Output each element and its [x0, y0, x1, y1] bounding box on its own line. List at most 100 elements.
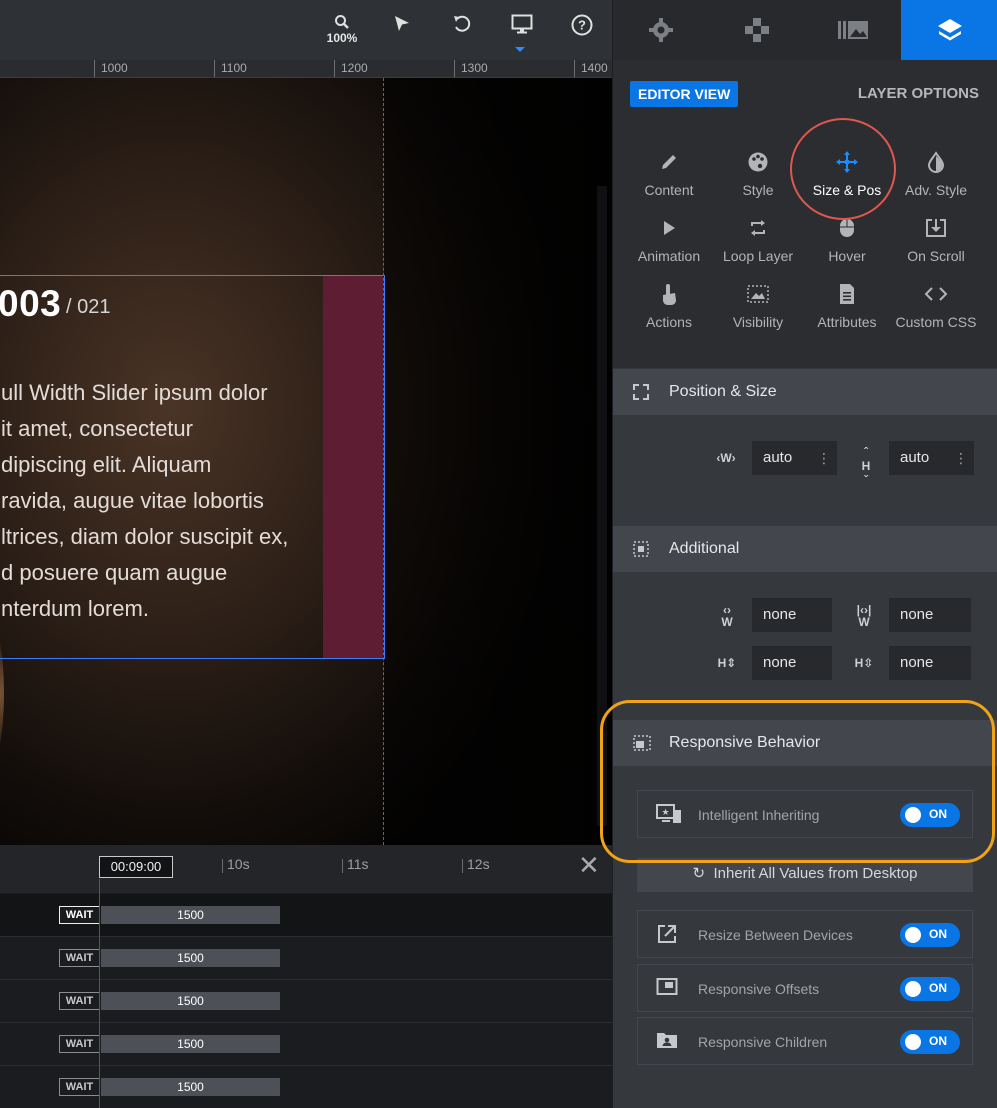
responsive-offsets-toggle[interactable]: ON — [900, 977, 960, 1001]
refresh-icon: ↻ — [692, 865, 706, 882]
help-icon: ? — [571, 14, 593, 36]
panel-tabs — [613, 0, 997, 60]
hand-pointer-icon — [663, 284, 676, 305]
view-switcher: EDITOR VIEW LAYER OPTIONS — [613, 60, 997, 128]
min-height-field[interactable]: none — [752, 646, 832, 680]
category-attributes[interactable]: Attributes — [801, 280, 893, 340]
cursor-arrow-icon — [395, 16, 409, 31]
category-on-scroll[interactable]: On Scroll — [890, 214, 982, 274]
frame-icon — [633, 541, 649, 557]
timeline-row[interactable]: WAIT 1500 — [0, 1023, 612, 1066]
toggle-label: Resize Between Devices — [698, 927, 853, 943]
timeline-row[interactable]: WAIT 1500 — [0, 937, 612, 980]
timeline-duration-bar[interactable]: 1500 — [101, 992, 280, 1010]
category-label: Attributes — [817, 314, 877, 330]
toggle-label: Responsive Offsets — [698, 981, 820, 997]
min-width-field[interactable]: none — [752, 598, 832, 632]
timeline-duration-bar[interactable]: 1500 — [101, 1078, 280, 1096]
inherit-from-desktop-button[interactable]: ↻ Inherit All Values from Desktop — [637, 858, 973, 892]
category-label: Hover — [828, 248, 866, 264]
max-width-field[interactable]: none — [889, 598, 971, 632]
scroll-down-icon — [926, 219, 946, 237]
wait-badge[interactable]: WAIT — [59, 949, 100, 967]
more-icon[interactable]: ⋮ — [954, 441, 968, 475]
category-animation[interactable]: Animation — [623, 214, 715, 274]
additional-section-body: ‹› W none |‹›| W none H⇕ none H⇳ none — [613, 572, 997, 700]
help-button[interactable]: ? — [562, 14, 602, 52]
timeline-duration-bar[interactable]: 1500 — [101, 1035, 280, 1053]
category-label: Animation — [637, 248, 701, 264]
more-icon[interactable]: ⋮ — [817, 441, 831, 475]
drop-icon — [927, 151, 945, 173]
canvas-toolbar: 100% ? — [0, 0, 612, 60]
select-tool-button[interactable] — [382, 14, 422, 52]
timeline-marker: 10s — [227, 856, 250, 872]
zoom-button[interactable]: 100% — [322, 14, 362, 52]
pencil-icon — [662, 155, 676, 169]
paragraph-line: dipiscing elit. Aliquam — [1, 452, 212, 477]
wait-badge[interactable]: WAIT — [59, 1035, 100, 1053]
tab-addons[interactable] — [709, 0, 805, 60]
responsive-offsets-row: Responsive Offsets ON — [637, 964, 973, 1012]
editor-screen: { "toolbar": { "zoom": "100%", "icons": … — [0, 0, 997, 1108]
height-field[interactable]: auto ⋮ — [889, 441, 974, 475]
section-title: Additional — [669, 540, 740, 557]
timeline-row[interactable]: WAIT 1500 — [0, 1066, 612, 1108]
resize-between-devices-toggle[interactable]: ON — [900, 923, 960, 947]
category-label: Custom CSS — [895, 314, 977, 330]
tab-settings[interactable] — [613, 0, 709, 60]
category-actions[interactable]: Actions — [623, 280, 715, 340]
mouse-icon — [840, 219, 854, 237]
slide-canvas[interactable]: 003 / 021 ull Width Slider ipsum dolor i… — [0, 78, 612, 845]
canvas-outside-area — [384, 78, 612, 845]
category-content[interactable]: Content — [623, 148, 715, 208]
tab-layers[interactable] — [901, 0, 997, 60]
wait-badge[interactable]: WAIT — [59, 992, 100, 1010]
responsive-children-toggle[interactable]: ON — [900, 1030, 960, 1054]
close-icon[interactable]: ✕ — [578, 851, 600, 879]
category-label: On Scroll — [907, 248, 965, 264]
timeline-current-time[interactable]: 00:09:00 — [99, 856, 173, 878]
ruler-label: 1100 — [221, 61, 247, 75]
timeline-panel: 00:09:00 10s 11s 12s ✕ WAIT 1500 WAIT 15… — [0, 845, 612, 1108]
position-size-section-header[interactable]: Position & Size — [613, 369, 997, 415]
category-custom-css[interactable]: Custom CSS — [890, 280, 982, 340]
visibility-icon — [747, 285, 769, 303]
paragraph-line: nterdum lorem. — [1, 596, 149, 621]
undo-button[interactable] — [442, 14, 482, 52]
category-label: Style — [742, 182, 774, 198]
timeline-playhead[interactable] — [99, 879, 100, 1108]
category-visibility[interactable]: Visibility — [712, 280, 804, 340]
ruler-label: 1400 — [581, 61, 608, 75]
min-height-label: H⇕ — [717, 656, 737, 670]
layer-options-title[interactable]: LAYER OPTIONS — [858, 85, 979, 102]
category-hover[interactable]: Hover — [801, 214, 893, 274]
timeline-header: 00:09:00 10s 11s 12s ✕ — [0, 845, 612, 893]
width-field[interactable]: auto ⋮ — [752, 441, 837, 475]
resize-between-devices-row: Resize Between Devices ON — [637, 910, 973, 958]
paragraph-line: d posuere quam augue — [1, 560, 228, 585]
horizontal-ruler: 1000 1100 1200 1300 1400 — [0, 60, 612, 78]
palette-icon — [748, 152, 768, 172]
desktop-icon — [511, 14, 533, 34]
wait-badge[interactable]: WAIT — [59, 906, 100, 924]
category-adv-style[interactable]: Adv. Style — [890, 148, 982, 208]
max-height-field[interactable]: none — [889, 646, 971, 680]
timeline-row[interactable]: WAIT 1500 — [0, 894, 612, 937]
wait-badge[interactable]: WAIT — [59, 1078, 100, 1096]
timeline-duration-bar[interactable]: 1500 — [101, 906, 280, 924]
category-loop-layer[interactable]: Loop Layer — [712, 214, 804, 274]
timeline-duration-bar[interactable]: 1500 — [101, 949, 280, 967]
timeline-row[interactable]: WAIT 1500 — [0, 980, 612, 1023]
tab-media-library[interactable] — [805, 0, 901, 60]
slide-paragraph[interactable]: ull Width Slider ipsum dolor it amet, co… — [1, 375, 331, 627]
additional-section-header[interactable]: Additional — [613, 526, 997, 572]
category-label: Loop Layer — [722, 248, 794, 264]
active-device-indicator — [515, 47, 525, 52]
editor-view-button[interactable]: EDITOR VIEW — [630, 81, 739, 107]
height-label: ˆHˇ — [861, 445, 871, 487]
canvas-guide-line — [383, 78, 384, 845]
media-library-icon — [838, 21, 868, 39]
ruler-label: 1300 — [461, 61, 488, 75]
folder-user-icon — [657, 1033, 677, 1048]
